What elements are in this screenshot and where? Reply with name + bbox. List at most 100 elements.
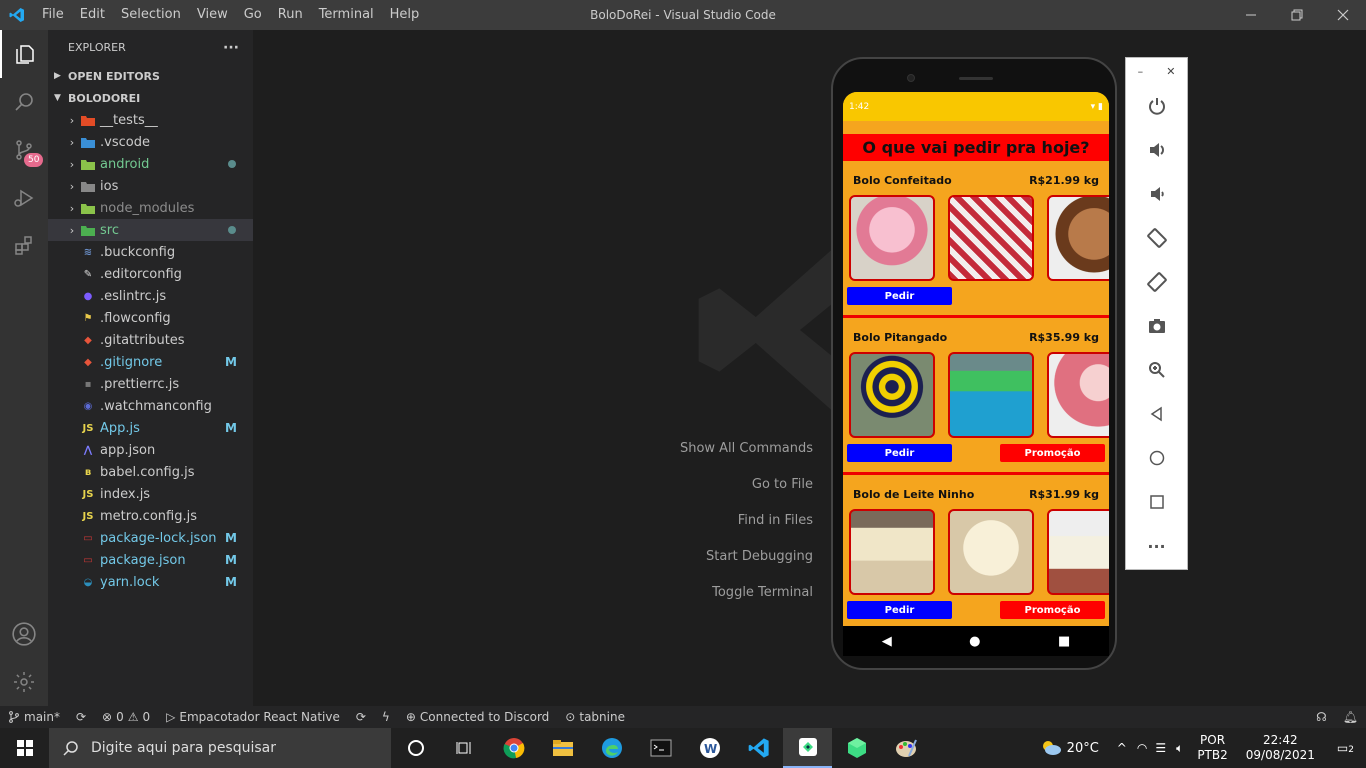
android-studio-icon[interactable] — [832, 728, 881, 768]
action-center-icon[interactable]: ▭2 — [1325, 741, 1366, 755]
promo-button[interactable]: Promoção — [1000, 444, 1105, 462]
menu-run[interactable]: Run — [270, 0, 311, 30]
folder-item[interactable]: › node_modules — [48, 197, 253, 219]
shortcut-go-to-file[interactable]: Go to File — [680, 476, 813, 512]
chrome-icon[interactable] — [489, 728, 538, 768]
cake-photo[interactable] — [1047, 509, 1109, 595]
feedback-icon[interactable]: ☊ — [1308, 710, 1335, 724]
folder-item[interactable]: › __tests__ — [48, 109, 253, 131]
menu-go[interactable]: Go — [236, 0, 270, 30]
overview-icon[interactable] — [1126, 480, 1187, 524]
edge-icon[interactable] — [587, 728, 636, 768]
clock[interactable]: 22:42 09/08/2021 — [1236, 733, 1325, 763]
cake-photo[interactable] — [849, 352, 935, 438]
rotate-right-icon[interactable] — [1126, 260, 1187, 304]
close-button[interactable] — [1320, 0, 1366, 30]
cake-photo[interactable] — [1047, 352, 1109, 438]
run-debug-icon[interactable] — [0, 174, 48, 222]
chevron-up-icon[interactable]: ^ — [1111, 741, 1133, 755]
extensions-icon[interactable] — [0, 222, 48, 270]
windows-start-icon[interactable] — [0, 728, 49, 768]
file-item[interactable]: ◆ .gitignore M — [48, 351, 253, 373]
volume-down-icon[interactable] — [1126, 172, 1187, 216]
file-item[interactable]: ≋ .buckconfig — [48, 241, 253, 263]
file-explorer-icon[interactable] — [538, 728, 587, 768]
weather-temp[interactable]: 20°C — [1067, 741, 1111, 756]
menu-selection[interactable]: Selection — [113, 0, 189, 30]
source-control-icon[interactable]: 50 — [0, 126, 48, 174]
more-options-icon[interactable]: ··· — [1126, 524, 1187, 568]
file-item[interactable]: ◒ yarn.lock M — [48, 571, 253, 593]
settings-gear-icon[interactable] — [0, 658, 48, 706]
file-item[interactable]: JS index.js — [48, 483, 253, 505]
lightning-icon[interactable]: ϟ — [374, 710, 398, 724]
menu-view[interactable]: View — [189, 0, 236, 30]
rotate-left-icon[interactable] — [1126, 216, 1187, 260]
file-item[interactable]: JS App.js M — [48, 417, 253, 439]
vscode-taskbar-icon[interactable] — [734, 728, 783, 768]
discord-status[interactable]: ⊕ Connected to Discord — [398, 710, 557, 724]
taskbar-search-box[interactable]: Digite aqui para pesquisar — [49, 728, 391, 768]
cake-photo[interactable] — [948, 352, 1034, 438]
weather-icon[interactable] — [1035, 738, 1067, 759]
menu-edit[interactable]: Edit — [72, 0, 113, 30]
menu-terminal[interactable]: Terminal — [311, 0, 382, 30]
file-item[interactable]: ● .eslintrc.js — [48, 285, 253, 307]
explorer-icon[interactable] — [0, 30, 48, 78]
shortcut-show-all-commands[interactable]: Show All Commands — [680, 440, 813, 476]
android-emulator-taskbar-icon[interactable] — [783, 728, 832, 768]
search-icon[interactable] — [0, 78, 48, 126]
input-language[interactable]: POR PTB2 — [1189, 733, 1235, 763]
order-button[interactable]: Pedir — [847, 287, 952, 305]
file-item[interactable]: JS metro.config.js — [48, 505, 253, 527]
project-section[interactable]: ▼ BOLODOREI — [48, 87, 253, 109]
camera-icon[interactable] — [1126, 304, 1187, 348]
more-actions-button[interactable]: ··· — [223, 40, 239, 56]
recents-nav-icon[interactable]: ■ — [1058, 634, 1070, 649]
emulator-minimize-button[interactable]: – — [1138, 65, 1144, 78]
sync-icon[interactable]: ⟳ — [68, 710, 94, 724]
folder-item[interactable]: › android — [48, 153, 253, 175]
run-packager[interactable]: ▷ Empacotador React Native — [158, 710, 348, 724]
power-icon[interactable] — [1126, 84, 1187, 128]
file-item[interactable]: ▭ package-lock.json M — [48, 527, 253, 549]
file-item[interactable]: ◉ .watchmanconfig — [48, 395, 253, 417]
cake-photo[interactable] — [849, 509, 935, 595]
file-item[interactable]: ⚑ .flowconfig — [48, 307, 253, 329]
file-item[interactable]: ▭ package.json M — [48, 549, 253, 571]
volume-icon[interactable]: 🔈︎ — [1170, 741, 1189, 756]
file-item[interactable]: ⋀ app.json — [48, 439, 253, 461]
order-button[interactable]: Pedir — [847, 601, 952, 619]
back-icon[interactable] — [1126, 392, 1187, 436]
order-button[interactable]: Pedir — [847, 444, 952, 462]
paint-icon[interactable] — [881, 728, 930, 768]
refresh-icon[interactable]: ⟳ — [348, 710, 374, 724]
notifications-bell-icon[interactable]: 🔔︎ — [1335, 710, 1366, 724]
folder-item[interactable]: › ios — [48, 175, 253, 197]
volume-up-icon[interactable] — [1126, 128, 1187, 172]
shortcut-toggle-terminal[interactable]: Toggle Terminal — [680, 584, 813, 620]
tabnine-status[interactable]: ⊙ tabnine — [557, 710, 633, 724]
terminal-icon[interactable] — [636, 728, 685, 768]
cake-photo[interactable] — [948, 509, 1034, 595]
home-nav-icon[interactable]: ● — [969, 634, 980, 649]
file-item[interactable]: ✎ .editorconfig — [48, 263, 253, 285]
open-editors-section[interactable]: ▶ OPEN EDITORS — [48, 65, 253, 87]
home-icon[interactable] — [1126, 436, 1187, 480]
shortcut-find-in-files[interactable]: Find in Files — [680, 512, 813, 548]
network-icon[interactable]: ◠ — [1133, 741, 1151, 755]
branch-indicator[interactable]: main* — [0, 710, 68, 724]
zoom-icon[interactable] — [1126, 348, 1187, 392]
problems-indicator[interactable]: ⊗ 0 ⚠ 0 — [94, 710, 158, 724]
cake-photo[interactable] — [948, 195, 1034, 281]
promo-button[interactable]: Promoção — [1000, 601, 1105, 619]
file-item[interactable]: ʙ babel.config.js — [48, 461, 253, 483]
back-nav-icon[interactable]: ◀ — [882, 634, 892, 649]
minimize-button[interactable] — [1228, 0, 1274, 30]
cake-photo[interactable] — [1047, 195, 1109, 281]
restore-button[interactable] — [1274, 0, 1320, 30]
folder-item[interactable]: › .vscode — [48, 131, 253, 153]
app-w-icon[interactable]: W — [685, 728, 734, 768]
menu-file[interactable]: File — [34, 0, 72, 30]
task-view-icon[interactable] — [440, 728, 489, 768]
